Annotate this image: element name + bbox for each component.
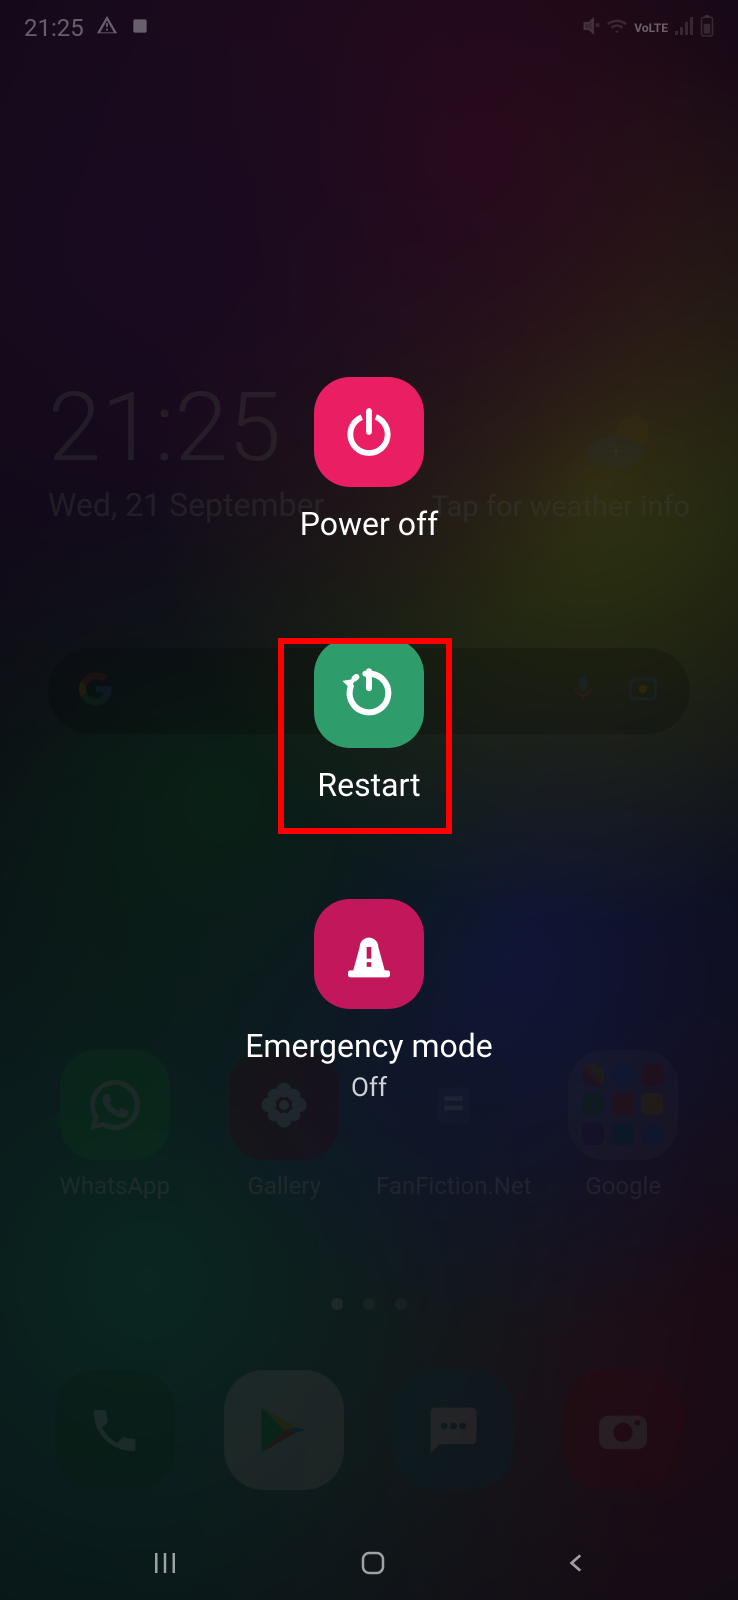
emergency-mode-label: Emergency mode <box>245 1027 493 1065</box>
screen: 21:25 Wed, 21 September + Tap for weathe… <box>0 0 738 1600</box>
restart-button[interactable]: Restart <box>314 638 424 804</box>
power-off-label: Power off <box>300 505 439 543</box>
restart-label: Restart <box>317 766 420 804</box>
nav-recents-button[interactable] <box>148 1548 182 1582</box>
nav-back-button[interactable] <box>564 1548 590 1582</box>
emergency-icon <box>341 926 397 982</box>
power-menu: Power off Restart <box>0 0 738 1600</box>
navigation-bar <box>0 1530 738 1600</box>
power-off-button[interactable]: Power off <box>300 377 439 543</box>
emergency-mode-status: Off <box>351 1073 387 1103</box>
emergency-mode-button[interactable]: Emergency mode Off <box>245 899 493 1103</box>
nav-home-button[interactable] <box>358 1548 388 1582</box>
power-icon <box>341 404 397 460</box>
restart-icon <box>340 664 398 722</box>
